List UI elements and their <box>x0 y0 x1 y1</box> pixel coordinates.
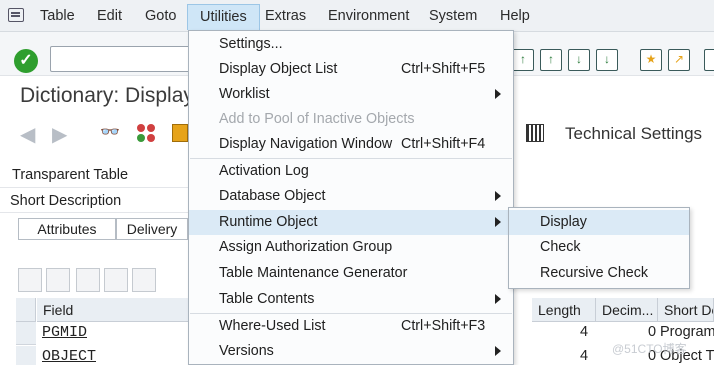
enter-checkmark-icon[interactable]: ✓ <box>14 49 38 73</box>
table-cell-length: 4 <box>580 348 589 364</box>
watermark: @51CTO博客 <box>612 342 687 356</box>
submenu-item-recursive-check[interactable]: Recursive Check <box>509 261 689 286</box>
menu-item-versions[interactable]: Versions <box>189 339 513 364</box>
menu-item-table-maintenance-generator[interactable]: Table Maintenance Generator <box>189 261 513 286</box>
column-header-short-description[interactable]: Short De <box>658 298 714 322</box>
submenu-arrow-icon <box>495 217 501 227</box>
tab-delivery[interactable]: Delivery <box>116 218 188 240</box>
column-header-decimals[interactable]: Decim... <box>596 298 658 322</box>
customize-layout-icon[interactable] <box>704 49 714 71</box>
delete-row-icon[interactable] <box>132 268 156 292</box>
menu-edit[interactable]: Edit <box>97 8 122 24</box>
menu-item-worklist[interactable]: Worklist <box>189 82 513 107</box>
short-description-label: Short Description <box>10 193 122 209</box>
submenu-arrow-icon <box>495 346 501 356</box>
submenu-arrow-icon <box>495 191 501 201</box>
menu-extras[interactable]: Extras <box>265 8 306 24</box>
technical-settings-button[interactable]: Technical Settings <box>565 124 702 144</box>
row-divider <box>0 212 188 213</box>
menu-item-where-used-list[interactable]: Where-Used List Ctrl+Shift+F3 <box>189 314 513 339</box>
first-page-icon[interactable]: ↑ <box>512 49 534 71</box>
forward-arrow-icon[interactable]: ▶ <box>52 122 67 147</box>
menu-bar: Table Edit Goto Utilities Extras Environ… <box>0 0 714 32</box>
menu-utilities[interactable]: Utilities <box>187 4 260 30</box>
menu-environment[interactable]: Environment <box>328 8 409 24</box>
menu-system[interactable]: System <box>429 8 477 24</box>
transparent-table-label: Transparent Table <box>12 167 129 183</box>
other-object-icon[interactable] <box>137 124 157 144</box>
table-cell-field[interactable]: PGMID <box>42 324 87 347</box>
activate-icon[interactable] <box>172 124 188 142</box>
cut-icon[interactable] <box>18 268 42 292</box>
menu-item-table-contents[interactable]: Table Contents <box>189 287 513 312</box>
row-selector[interactable] <box>16 346 36 365</box>
menu-item-display-object-list[interactable]: Display Object List Ctrl+Shift+F5 <box>189 57 513 82</box>
command-field[interactable] <box>50 46 190 72</box>
system-menu-icon[interactable] <box>8 8 24 22</box>
select-all-header[interactable] <box>16 298 36 322</box>
create-session-icon[interactable]: ★ <box>640 49 662 71</box>
next-page-icon[interactable]: ↓ <box>568 49 590 71</box>
page-title: Dictionary: Display <box>20 84 194 107</box>
back-arrow-icon[interactable]: ◀ <box>20 122 35 147</box>
menu-item-settings[interactable]: Settings... <box>189 32 513 57</box>
menu-goto[interactable]: Goto <box>145 8 176 24</box>
last-page-icon[interactable]: ↓ <box>596 49 618 71</box>
column-header-field[interactable]: Field <box>37 298 189 322</box>
menu-item-runtime-object[interactable]: Runtime Object <box>189 210 513 236</box>
tab-attributes[interactable]: Attributes <box>18 218 116 240</box>
menu-help[interactable]: Help <box>500 8 530 24</box>
menu-item-add-to-pool: Add to Pool of Inactive Objects <box>219 111 415 127</box>
menu-item-assign-authorization-group[interactable]: Assign Authorization Group <box>189 235 513 260</box>
submenu-item-check[interactable]: Check <box>509 235 689 260</box>
technical-settings-icon[interactable] <box>526 124 544 142</box>
menu-table[interactable]: Table <box>40 8 75 24</box>
runtime-object-submenu: Display Check Recursive Check <box>508 207 690 289</box>
table-cell-length: 4 <box>580 324 589 340</box>
insert-row-icon[interactable] <box>104 268 128 292</box>
display-change-glasses-icon[interactable]: 👓 <box>100 122 122 141</box>
shortcut-icon[interactable]: ↗ <box>668 49 690 71</box>
utilities-dropdown-menu: Settings... Display Object List Ctrl+Shi… <box>188 30 514 365</box>
table-cell-field[interactable]: OBJECT <box>42 348 96 365</box>
submenu-item-display[interactable]: Display <box>509 210 689 235</box>
previous-page-icon[interactable]: ↑ <box>540 49 562 71</box>
paste-icon[interactable] <box>76 268 100 292</box>
submenu-arrow-icon <box>495 294 501 304</box>
row-divider <box>0 187 188 188</box>
menu-item-display-navigation-window[interactable]: Display Navigation Window Ctrl+Shift+F4 <box>189 132 513 157</box>
menu-item-database-object[interactable]: Database Object <box>189 184 513 209</box>
column-header-length[interactable]: Length <box>532 298 596 322</box>
copy-icon[interactable] <box>46 268 70 292</box>
menu-item-activation-log[interactable]: Activation Log <box>189 159 513 184</box>
submenu-arrow-icon <box>495 89 501 99</box>
row-selector[interactable] <box>16 322 36 345</box>
